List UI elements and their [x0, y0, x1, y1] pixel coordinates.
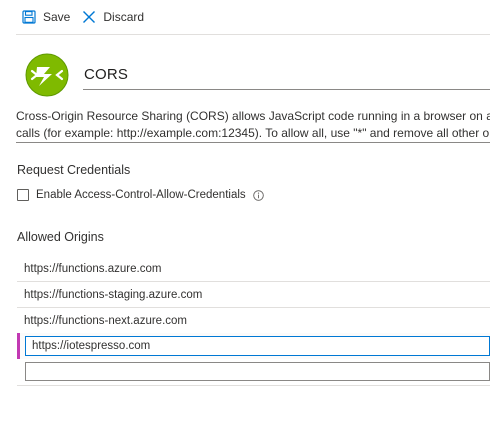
origin-row-2[interactable]: https://functions-staging.azure.com [17, 282, 490, 308]
discard-label: Discard [103, 10, 145, 24]
credentials-checkbox[interactable] [17, 189, 29, 201]
page-title: CORS [84, 66, 129, 83]
save-label: Save [43, 10, 71, 24]
function-app-icon [24, 52, 70, 98]
toolbar-divider [16, 34, 490, 35]
description-divider [16, 142, 490, 143]
cors-settings-page: Save Discard CORS Cross-Origin Resource … [0, 0, 490, 431]
origin-edit-input[interactable] [25, 336, 490, 356]
origin-row-1[interactable]: https://functions.azure.com [17, 256, 490, 282]
credentials-checkbox-row[interactable]: Enable Access-Control-Allow-Credentials [17, 189, 264, 201]
origin-value: https://functions-next.azure.com [24, 314, 187, 327]
discard-button[interactable]: Discard [82, 10, 144, 24]
description-line-1: Cross-Origin Resource Sharing (CORS) all… [16, 109, 490, 123]
title-divider [83, 89, 490, 90]
request-credentials-heading: Request Credentials [17, 163, 131, 177]
new-origin-row-divider [17, 385, 490, 386]
description-line-2: calls (for example: http://example.com:1… [16, 126, 490, 140]
x-close-icon [82, 10, 96, 24]
origin-value: https://functions.azure.com [24, 262, 162, 275]
allowed-origins-heading: Allowed Origins [17, 230, 104, 244]
credentials-checkbox-label[interactable]: Enable Access-Control-Allow-Credentials [36, 189, 246, 201]
command-bar: Save Discard [0, 0, 490, 34]
info-icon[interactable] [252, 189, 264, 201]
cors-description: Cross-Origin Resource Sharing (CORS) all… [16, 108, 490, 142]
new-origin-input[interactable] [25, 362, 490, 381]
floppy-disk-icon [22, 10, 36, 24]
origin-row-3[interactable]: https://functions-next.azure.com [17, 308, 490, 334]
origin-value: https://functions-staging.azure.com [24, 288, 203, 301]
save-button[interactable]: Save [22, 10, 70, 24]
